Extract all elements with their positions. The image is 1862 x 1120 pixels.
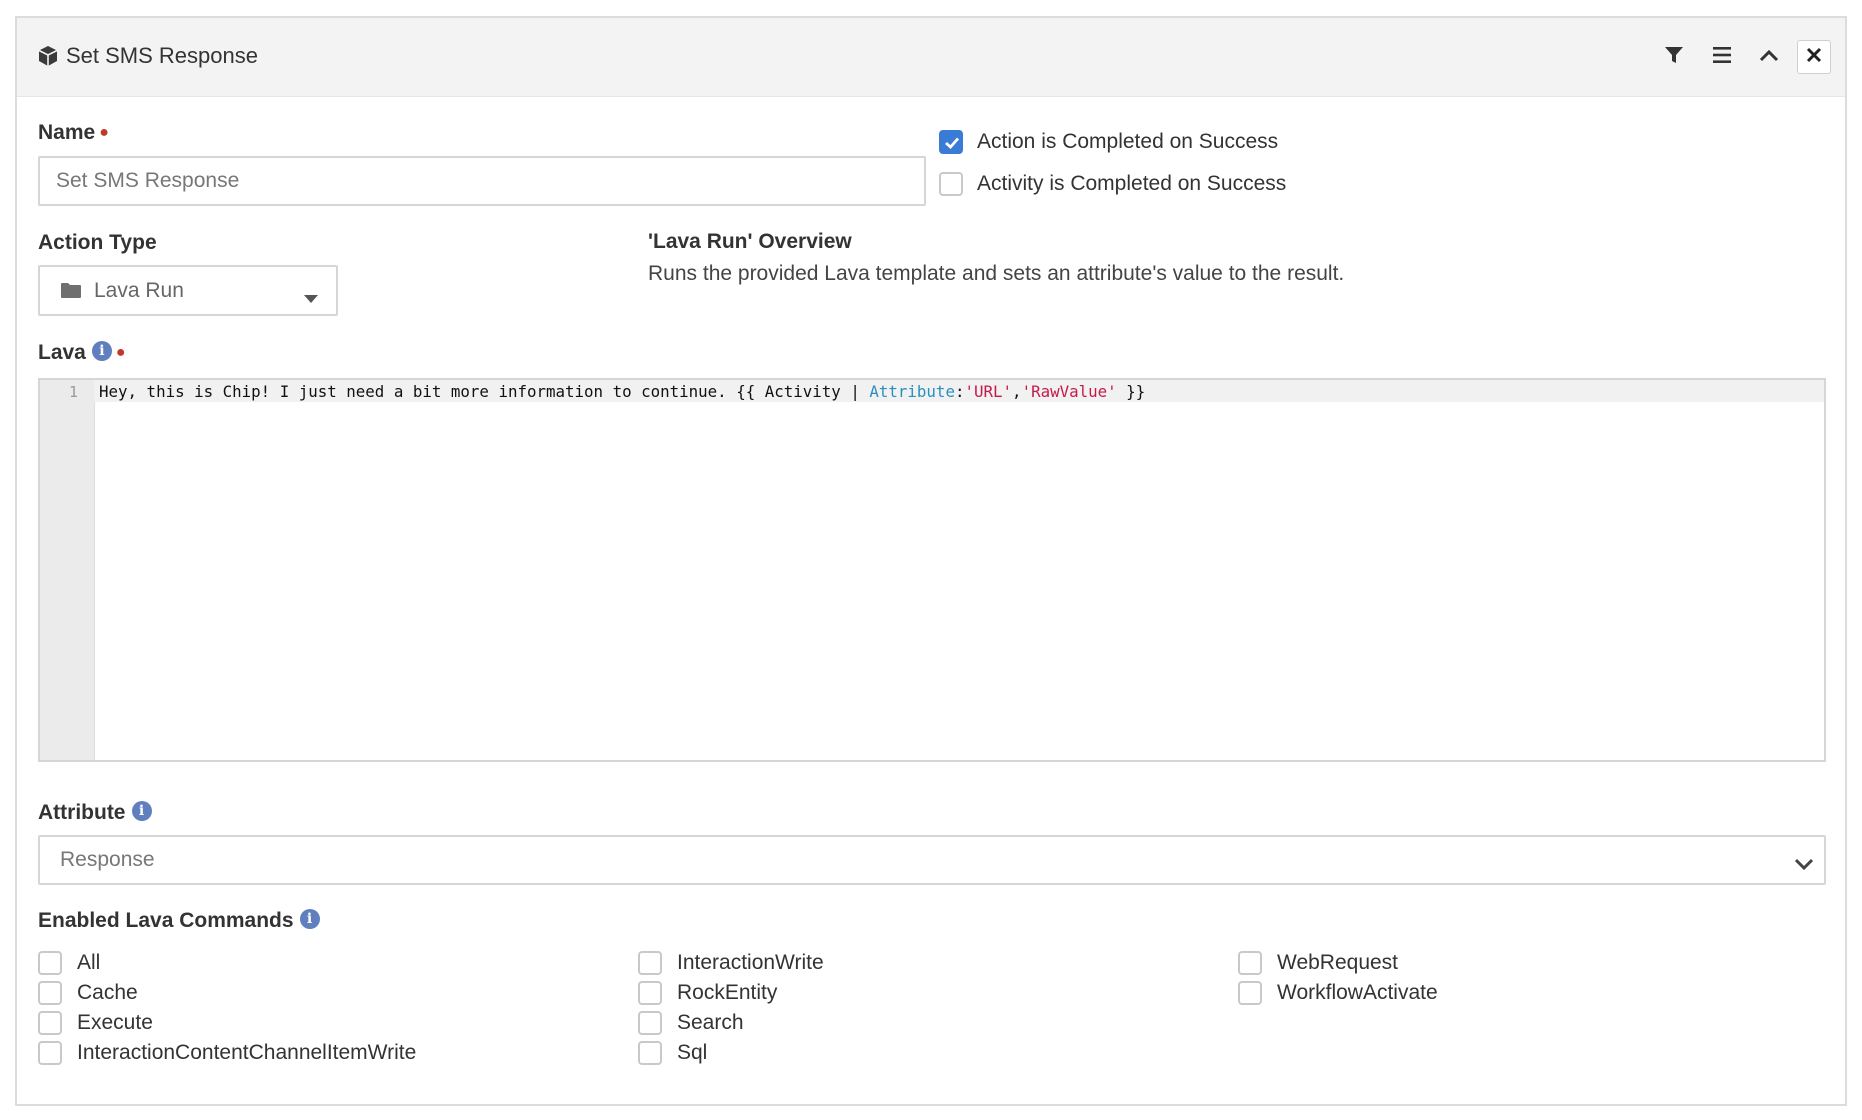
- action-type-value: Lava Run: [94, 278, 184, 302]
- lava-command-checkbox-workflowactivate[interactable]: [1238, 981, 1262, 1005]
- action-type-select[interactable]: Lava Run: [38, 265, 338, 316]
- activity-completed-checkbox[interactable]: [939, 172, 963, 196]
- code-string-token: 'URL': [964, 382, 1013, 401]
- filter-icon: [1664, 45, 1684, 70]
- lava-command-checkbox-sql[interactable]: [638, 1041, 662, 1065]
- chevron-up-icon: [1759, 48, 1779, 67]
- lava-command-label: InteractionContentChannelItemWrite: [77, 1041, 417, 1064]
- code-string-token: 'RawValue': [1021, 382, 1117, 401]
- lava-command-checkbox-cache[interactable]: [38, 981, 62, 1005]
- action-completed-label: Action is Completed on Success: [977, 130, 1279, 153]
- name-input[interactable]: Set SMS Response: [38, 156, 926, 206]
- code-comma: ,: [1012, 382, 1022, 401]
- action-completed-checkbox[interactable]: [939, 130, 963, 154]
- filter-button[interactable]: [1657, 40, 1691, 74]
- code-end: }}: [1116, 382, 1146, 401]
- code-filter-token: Attribute: [869, 382, 955, 401]
- lava-command-label: InteractionWrite: [677, 951, 824, 974]
- lava-command-checkbox-rockentity[interactable]: [638, 981, 662, 1005]
- lava-code-editor[interactable]: 1 Hey, this is Chip! I just need a bit m…: [38, 378, 1826, 762]
- caret-down-icon: [304, 286, 318, 310]
- close-button[interactable]: [1797, 40, 1831, 74]
- action-type-label: Action Type: [38, 231, 157, 254]
- lava-command-checkbox-webrequest[interactable]: [1238, 951, 1262, 975]
- line-number: 1: [68, 383, 78, 401]
- collapse-button[interactable]: [1752, 40, 1786, 74]
- lava-command-label: Cache: [77, 981, 138, 1004]
- lava-commands-label: Enabled Lava Commands i: [38, 908, 320, 934]
- attribute-select[interactable]: Response: [38, 835, 1826, 885]
- attribute-value: Response: [60, 848, 155, 871]
- cube-icon: [37, 45, 59, 67]
- folder-icon: [60, 282, 82, 299]
- lava-command-checkbox-interactionwrite[interactable]: [638, 951, 662, 975]
- lava-command-label: Search: [677, 1011, 744, 1034]
- info-icon[interactable]: i: [299, 909, 320, 930]
- lava-command-checkbox-interactioncontentchannelitemwrite[interactable]: [38, 1041, 62, 1065]
- lava-commands-label-text: Enabled Lava Commands: [38, 909, 294, 932]
- panel-header: Set SMS Response: [17, 18, 1845, 97]
- menu-button[interactable]: [1705, 40, 1739, 74]
- attribute-label-text: Attribute: [38, 801, 126, 824]
- required-indicator: ●: [99, 124, 109, 141]
- info-icon[interactable]: i: [131, 801, 152, 822]
- code-text: Hey, this is Chip! I just need a bit mor…: [99, 382, 870, 401]
- lava-command-label: Sql: [677, 1041, 708, 1064]
- lava-command-label: All: [77, 951, 101, 974]
- lava-command-checkbox-search[interactable]: [638, 1011, 662, 1035]
- name-input-value: Set SMS Response: [56, 169, 240, 192]
- editor-gutter: 1: [40, 380, 95, 760]
- panel-title: Set SMS Response: [66, 43, 258, 68]
- name-label: Name ●: [38, 120, 109, 146]
- activity-completed-label: Activity is Completed on Success: [977, 172, 1287, 195]
- chevron-down-icon: [1794, 853, 1814, 877]
- menu-icon: [1712, 46, 1732, 69]
- lava-command-label: WebRequest: [1277, 951, 1399, 974]
- lava-command-checkbox-all[interactable]: [38, 951, 62, 975]
- code-line[interactable]: Hey, this is Chip! I just need a bit mor…: [99, 382, 1145, 401]
- lava-command-label: RockEntity: [677, 981, 778, 1004]
- overview-title: 'Lava Run' Overview: [648, 230, 852, 253]
- info-icon[interactable]: i: [91, 341, 112, 362]
- lava-command-label: Execute: [77, 1011, 153, 1034]
- name-label-text: Name: [38, 121, 96, 144]
- lava-label: Lava i ●: [38, 340, 126, 366]
- overview-text: Runs the provided Lava template and sets…: [648, 262, 1345, 285]
- lava-label-text: Lava: [38, 341, 86, 364]
- attribute-label: Attribute i: [38, 800, 152, 826]
- lava-command-label: WorkflowActivate: [1277, 981, 1438, 1004]
- lava-command-checkbox-execute[interactable]: [38, 1011, 62, 1035]
- close-icon: [1806, 47, 1822, 68]
- required-indicator: ●: [115, 344, 126, 361]
